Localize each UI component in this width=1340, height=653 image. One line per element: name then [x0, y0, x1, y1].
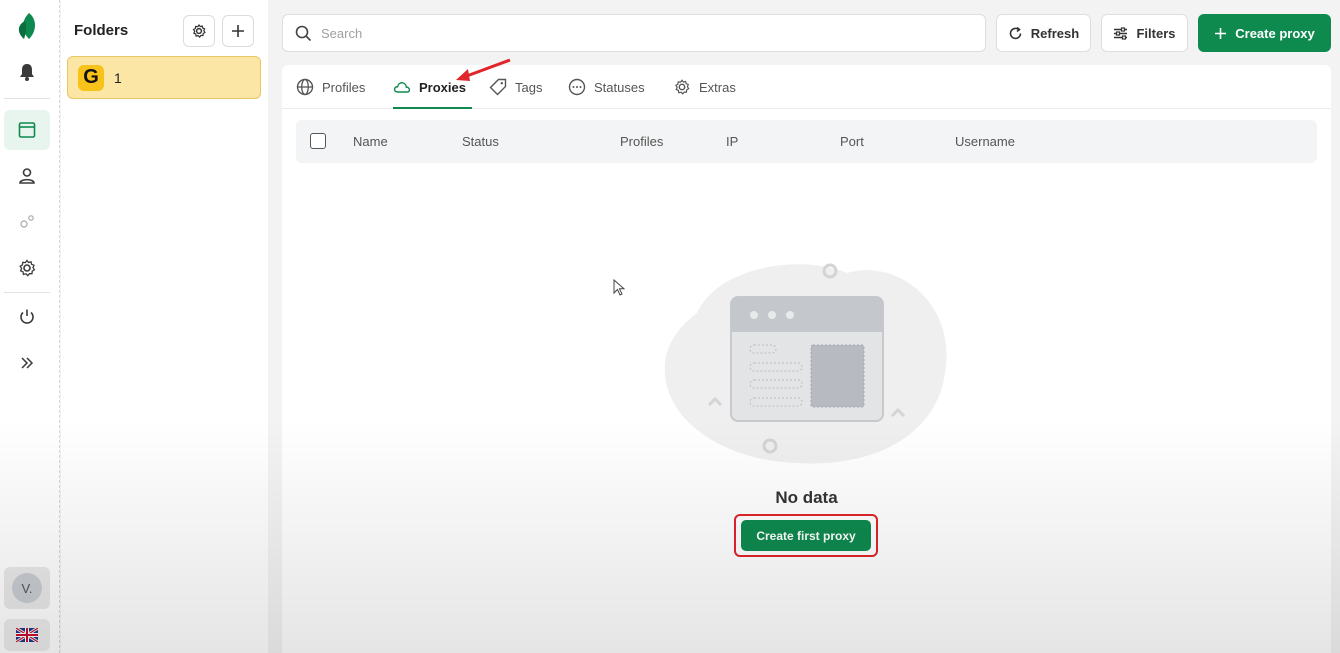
search-bar[interactable] [282, 14, 986, 52]
create-proxy-button[interactable]: Create proxy [1198, 14, 1331, 52]
add-folder-button[interactable] [222, 15, 254, 47]
select-all-checkbox[interactable] [310, 133, 326, 149]
folder-item[interactable]: G 1 [67, 56, 261, 99]
folders-panel: Folders G 1 [61, 0, 268, 653]
folder-logo: G [78, 64, 104, 91]
rail-divider [4, 98, 50, 99]
plus-icon [232, 25, 244, 37]
folder-settings-button[interactable] [183, 15, 215, 47]
tab-label: Tags [515, 79, 543, 95]
annotation-arrow-icon [456, 58, 511, 81]
empty-state-illustration [664, 263, 947, 464]
filters-label: Filters [1136, 25, 1176, 41]
search-icon [295, 25, 312, 41]
user-avatar-button[interactable]: V. [4, 567, 50, 609]
folders-title: Folders [74, 22, 129, 39]
folder-name: 1 [114, 69, 122, 86]
notifications-button[interactable] [4, 52, 50, 92]
nav-browser-profiles[interactable] [4, 110, 50, 150]
refresh-button[interactable]: Refresh [996, 14, 1091, 52]
column-header-username[interactable]: Username [955, 134, 1015, 149]
column-header-profiles[interactable]: Profiles [620, 134, 663, 149]
power-icon [20, 309, 34, 324]
double-chevron-right-icon [21, 357, 34, 369]
bell-icon [20, 64, 34, 81]
sliders-icon [1114, 26, 1128, 40]
table-header: Name Status Profiles IP Port Username [296, 120, 1317, 163]
column-header-status[interactable]: Status [462, 134, 499, 149]
column-header-name[interactable]: Name [353, 134, 388, 149]
tab-label: Profiles [322, 79, 366, 95]
nav-settings[interactable] [4, 248, 50, 288]
gears-icon [20, 215, 34, 228]
expand-sidebar-button[interactable] [4, 343, 50, 383]
avatar: V. [12, 573, 42, 603]
search-input[interactable] [321, 25, 921, 41]
dots-circle-icon [568, 78, 586, 96]
nav-automation[interactable] [4, 202, 50, 242]
cloud-icon [393, 82, 411, 93]
column-header-port[interactable]: Port [840, 134, 864, 149]
icon-rail: V. [0, 0, 60, 653]
gear-icon [192, 24, 206, 38]
browser-window-icon [18, 122, 36, 138]
gear-icon [675, 79, 690, 95]
create-first-proxy-button[interactable]: Create first proxy [741, 520, 871, 551]
plus-icon [1215, 27, 1227, 39]
filters-button[interactable]: Filters [1101, 14, 1188, 52]
tab-label: Statuses [594, 79, 645, 95]
gear-icon [19, 259, 36, 277]
rail-divider [4, 292, 50, 293]
globe-icon [296, 78, 314, 96]
language-selector[interactable] [4, 619, 50, 651]
uk-flag-icon [16, 628, 38, 642]
create-proxy-label: Create proxy [1235, 25, 1315, 41]
refresh-label: Refresh [1030, 25, 1080, 41]
column-header-ip[interactable]: IP [726, 134, 738, 149]
tab-label: Extras [699, 79, 736, 95]
mouse-cursor-icon [613, 279, 625, 296]
user-icon [19, 168, 35, 184]
highlight-box: Create first proxy [734, 514, 878, 557]
power-button[interactable] [4, 297, 50, 337]
tab-profiles[interactable]: Profiles [296, 65, 365, 109]
nav-users[interactable] [4, 156, 50, 196]
tab-statuses[interactable]: Statuses [568, 65, 645, 109]
app-logo[interactable] [4, 6, 50, 46]
refresh-icon [1009, 26, 1022, 39]
empty-state-text: No data [775, 488, 838, 507]
tab-extras[interactable]: Extras [673, 65, 736, 109]
main-card: Profiles Proxies Tags Statuses Extras Na… [282, 58, 1331, 653]
tab-bar: Profiles Proxies Tags Statuses Extras [282, 65, 1331, 109]
leaf-logo-icon [18, 13, 35, 39]
